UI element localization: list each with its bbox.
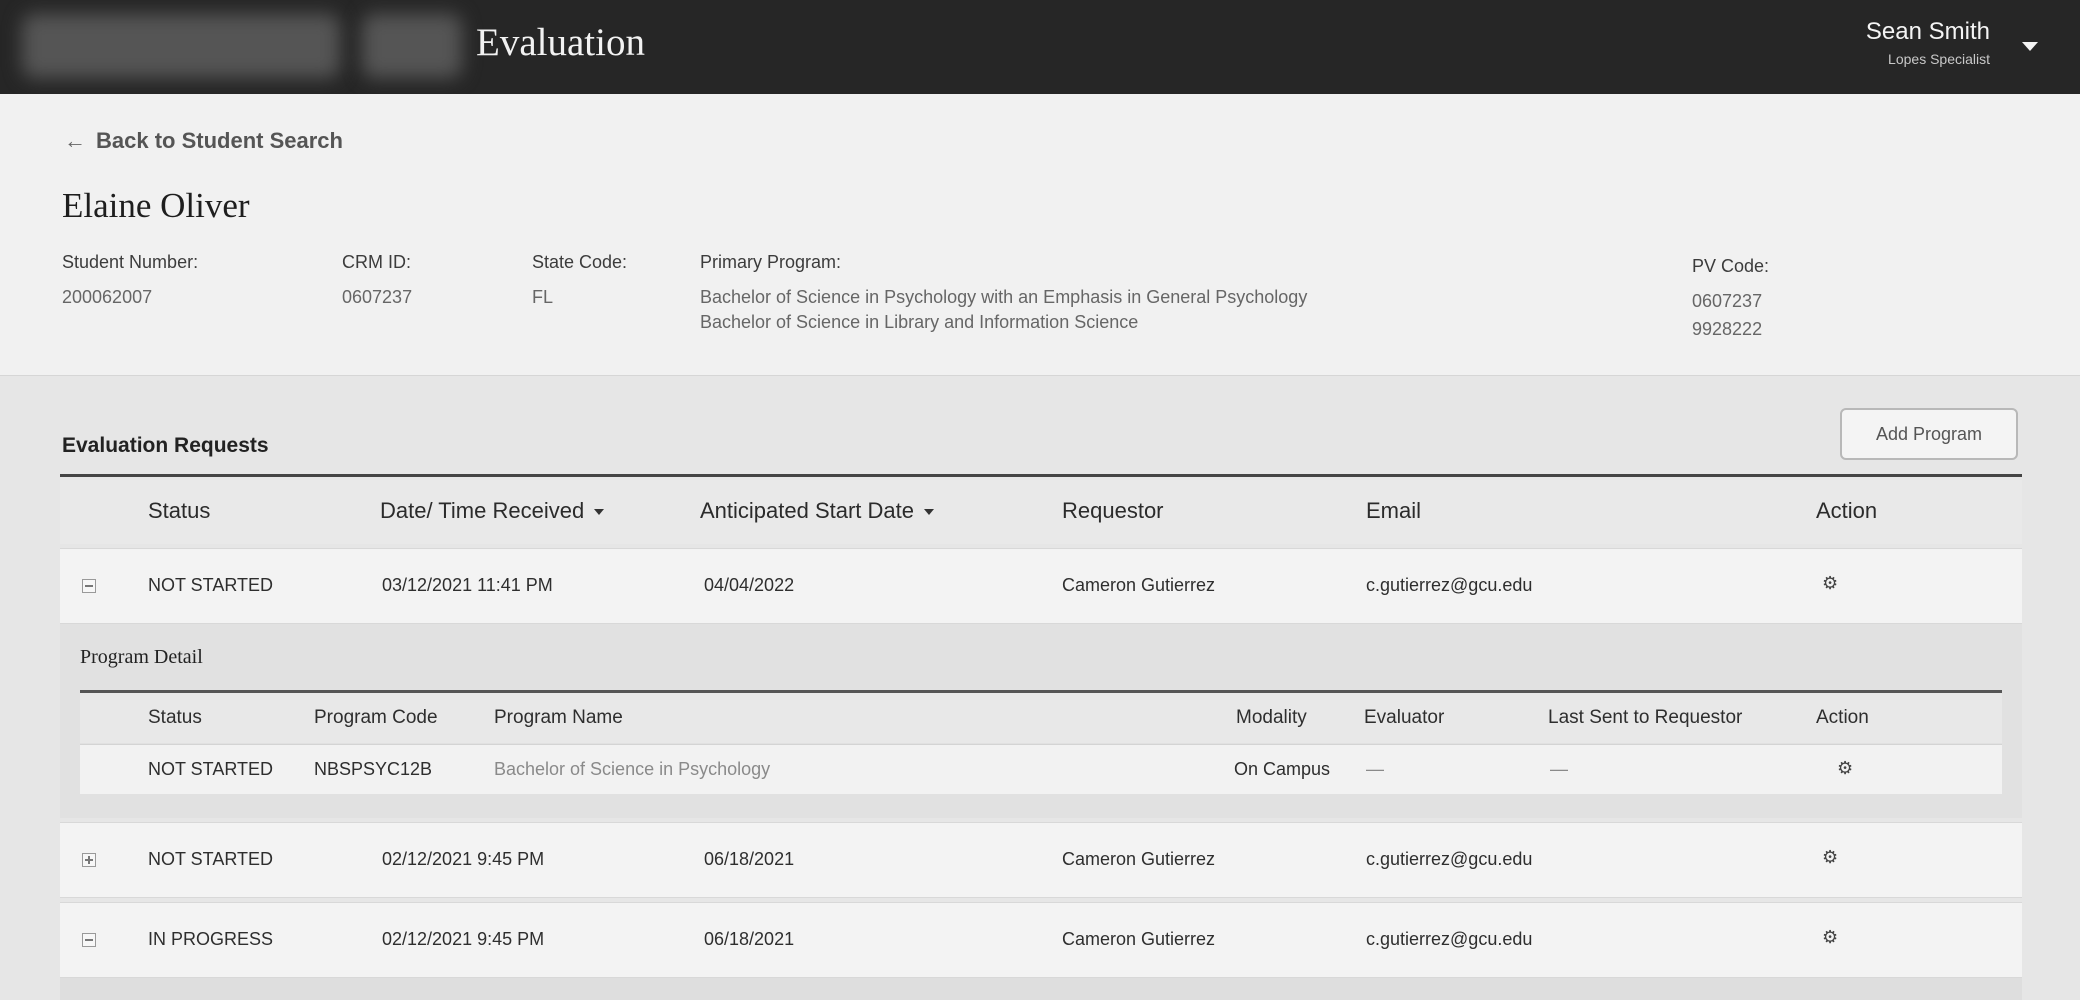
student-number-value: 200062007 — [62, 287, 153, 307]
primary-program-label: Primary Program: — [700, 252, 842, 272]
program-detail-header: Status Program Code Program Name Modalit… — [80, 693, 2002, 743]
detail-header-program-name: Program Name — [494, 707, 623, 728]
detail-header-evaluator: Evaluator — [1364, 707, 1445, 728]
column-header-start-date-label: Anticipated Start Date — [700, 498, 915, 523]
crm-id-label: CRM ID: — [342, 252, 411, 272]
detail-header-status: Status — [148, 707, 202, 728]
row-requestor: Cameron Gutierrez — [1062, 929, 1216, 949]
row-email: c.gutierrez@gcu.edu — [1366, 575, 1533, 595]
program-detail-panel-partial — [60, 978, 2022, 1000]
detail-header-action: Action — [1816, 707, 1869, 728]
row-status: NOT STARTED — [148, 575, 274, 595]
row-start-date: 06/18/2021 — [704, 929, 795, 949]
pv-code-label: PV Code: — [1692, 256, 1770, 276]
student-summary-panel: ← Back to Student Search Elaine Oliver S… — [0, 94, 2080, 376]
primary-program-value: Bachelor of Science in Library and Infor… — [700, 312, 1139, 332]
top-bar: Evaluation Sean Smith Lopes Specialist — [0, 0, 2080, 94]
crm-id-field: CRM ID: 0607237 — [342, 252, 412, 311]
row-requestor: Cameron Gutierrez — [1062, 849, 1216, 869]
detail-evaluator: — — [1366, 759, 1384, 779]
pv-code-value: 9928222 — [1692, 319, 1763, 339]
detail-program-name: Bachelor of Science in Psychology — [494, 759, 771, 779]
collapse-icon[interactable] — [82, 579, 96, 593]
column-header-date-received[interactable]: Date/ Time Received — [380, 498, 605, 524]
student-number-label: Student Number: — [62, 252, 199, 272]
student-name: Elaine Oliver — [62, 186, 250, 225]
row-email: c.gutierrez@gcu.edu — [1366, 929, 1533, 949]
row-start-date: 04/04/2022 — [704, 575, 795, 595]
collapse-icon[interactable] — [82, 933, 96, 947]
gear-icon[interactable]: ⚙ — [1822, 573, 1838, 594]
column-header-email[interactable]: Email — [1366, 498, 1421, 524]
primary-program-value: Bachelor of Science in Psychology with a… — [700, 287, 1308, 307]
back-link-label: Back to Student Search — [96, 128, 343, 153]
detail-header-program-code: Program Code — [314, 707, 438, 728]
row-status: IN PROGRESS — [148, 929, 274, 949]
row-status: NOT STARTED — [148, 849, 274, 869]
blurred-logo-mark — [362, 14, 462, 78]
student-number-field: Student Number: 200062007 — [62, 252, 198, 311]
program-detail-row[interactable]: NOT STARTED NBSPSYC12B Bachelor of Scien… — [80, 744, 2002, 794]
gear-icon[interactable]: ⚙ — [1837, 758, 1853, 779]
back-to-student-search-link[interactable]: ← Back to Student Search — [64, 128, 343, 154]
state-code-field: State Code: FL — [532, 252, 627, 311]
table-row[interactable]: NOT STARTED 02/12/2021 9:45 PM 06/18/202… — [60, 822, 2022, 898]
add-program-button[interactable]: Add Program — [1840, 408, 2018, 460]
sort-caret-icon — [924, 509, 935, 516]
evaluation-requests-title: Evaluation Requests — [62, 434, 269, 457]
user-role: Lopes Specialist — [1888, 51, 1990, 67]
arrow-left-icon: ← — [64, 128, 86, 153]
table-row[interactable]: NOT STARTED 03/12/2021 11:41 PM 04/04/20… — [60, 548, 2022, 624]
expand-icon[interactable] — [82, 853, 96, 867]
crm-id-value: 0607237 — [342, 287, 413, 307]
program-detail-panel: Program Detail Status Program Code Progr… — [60, 624, 2022, 818]
column-header-start-date[interactable]: Anticipated Start Date — [700, 498, 935, 524]
detail-header-last-sent: Last Sent to Requestor — [1548, 707, 1743, 728]
program-detail-title: Program Detail — [80, 646, 203, 668]
detail-program-code: NBSPSYC12B — [314, 759, 433, 779]
pv-code-field: PV Code: 0607237 9928222 — [1692, 256, 1769, 343]
blurred-logo — [22, 14, 340, 78]
detail-modality: On Campus — [1234, 759, 1331, 779]
table-row[interactable]: IN PROGRESS 02/12/2021 9:45 PM 06/18/202… — [60, 902, 2022, 978]
requests-table-header: Status Date/ Time Received Anticipated S… — [60, 480, 2022, 544]
gear-icon[interactable]: ⚙ — [1822, 847, 1838, 868]
column-header-date-received-label: Date/ Time Received — [380, 498, 585, 523]
primary-program-field: Primary Program: Bachelor of Science in … — [700, 252, 1307, 336]
row-email: c.gutierrez@gcu.edu — [1366, 849, 1533, 869]
detail-header-modality: Modality — [1236, 707, 1307, 728]
detail-status: NOT STARTED — [148, 759, 274, 779]
row-requestor: Cameron Gutierrez — [1062, 575, 1216, 595]
state-code-value: FL — [532, 287, 554, 307]
sort-caret-icon — [594, 509, 605, 516]
row-date-received: 03/12/2021 11:41 PM — [382, 575, 553, 595]
column-header-status[interactable]: Status — [148, 498, 210, 524]
app-title: Evaluation — [476, 21, 645, 64]
column-header-action: Action — [1816, 498, 1878, 523]
user-menu[interactable]: Sean Smith Lopes Specialist — [1866, 18, 1990, 67]
row-date-received: 02/12/2021 9:45 PM — [382, 929, 545, 949]
pv-code-value: 0607237 — [1692, 291, 1763, 311]
detail-last-sent: — — [1550, 759, 1568, 779]
section-divider — [60, 474, 2022, 477]
column-header-requestor[interactable]: Requestor — [1062, 498, 1164, 524]
user-name: Sean Smith — [1865, 18, 1990, 45]
chevron-down-icon[interactable] — [2022, 42, 2038, 51]
row-start-date: 06/18/2021 — [704, 849, 795, 869]
state-code-label: State Code: — [532, 252, 628, 272]
gear-icon[interactable]: ⚙ — [1822, 927, 1838, 948]
row-date-received: 02/12/2021 9:45 PM — [382, 849, 545, 869]
